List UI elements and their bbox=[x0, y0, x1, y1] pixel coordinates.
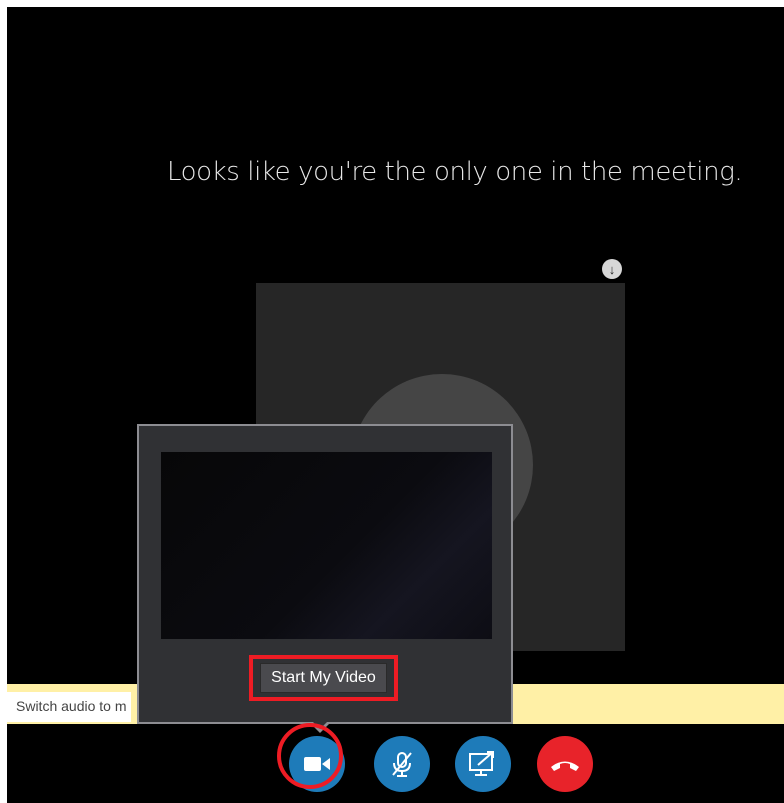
phone-hangup-icon bbox=[551, 761, 579, 771]
start-my-video-button[interactable]: Start My Video bbox=[260, 663, 387, 693]
share-button[interactable] bbox=[455, 736, 511, 792]
video-button-highlight bbox=[277, 723, 343, 789]
arrow-down-icon[interactable]: ↓ bbox=[602, 259, 622, 279]
video-preview bbox=[161, 452, 492, 639]
present-screen-icon bbox=[469, 751, 494, 776]
switch-audio-notification[interactable]: Switch audio to m bbox=[7, 692, 131, 722]
only-one-message: Looks like you're the only one in the me… bbox=[167, 157, 743, 187]
start-video-highlight: Start My Video bbox=[249, 655, 398, 701]
hang-up-button[interactable] bbox=[537, 736, 593, 792]
meeting-controls bbox=[7, 736, 784, 796]
mute-button[interactable] bbox=[374, 736, 430, 792]
meeting-stage: Looks like you're the only one in the me… bbox=[7, 7, 784, 803]
microphone-muted-icon bbox=[392, 752, 412, 777]
video-preview-popup: Start My Video bbox=[137, 424, 513, 724]
